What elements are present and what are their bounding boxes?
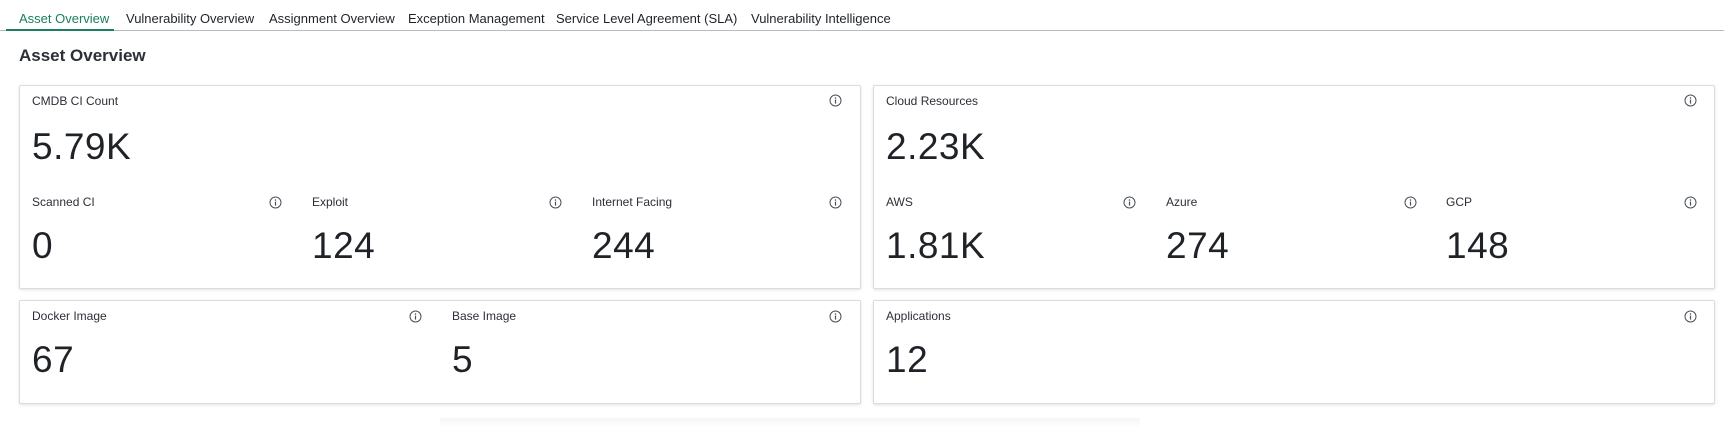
info-icon[interactable]: [1123, 196, 1136, 209]
tab-assignment-overview[interactable]: Assignment Overview: [269, 11, 395, 26]
metric-value: 0: [32, 225, 54, 266]
metric-value: 274: [1166, 225, 1230, 266]
tab-vulnerability-overview[interactable]: Vulnerability Overview: [126, 11, 254, 26]
metric-label: Applications: [886, 309, 951, 323]
docker-card: Docker Image 67 Base Image 5: [19, 300, 861, 404]
metric-value: 2.23K: [886, 126, 986, 167]
info-icon[interactable]: [269, 196, 282, 209]
info-icon[interactable]: [409, 310, 422, 323]
metric-label: CMDB CI Count: [32, 94, 119, 108]
applications-card: Applications 12: [873, 300, 1715, 404]
metric-label: Azure: [1166, 195, 1198, 209]
metric-label: Cloud Resources: [886, 94, 979, 108]
info-icon[interactable]: [1404, 196, 1417, 209]
metric-value: 67: [32, 339, 75, 380]
metric-label: AWS: [886, 195, 913, 209]
metric-label: Base Image: [452, 309, 517, 323]
metric-label: Exploit: [312, 195, 349, 209]
cloud-resources-card: Cloud Resources 2.23K AWS 1.81K Azure 27…: [873, 85, 1715, 289]
info-icon[interactable]: [829, 310, 842, 323]
info-icon[interactable]: [549, 196, 562, 209]
internet-facing-metric: Internet Facing 244: [592, 195, 842, 275]
cmdb-ci-count-metric: CMDB CI Count 5.79K: [32, 94, 852, 167]
metric-value: 5.79K: [32, 126, 132, 167]
tab-asset-overview[interactable]: Asset Overview: [19, 11, 109, 26]
metric-label: Internet Facing: [592, 195, 673, 209]
cmdb-card: CMDB CI Count 5.79K Scanned CI 0 Exploit…: [19, 85, 861, 289]
metric-value: 1.81K: [886, 225, 986, 266]
info-icon[interactable]: [829, 196, 842, 209]
info-icon[interactable]: [1684, 196, 1697, 209]
scroll-shadow: [440, 418, 1140, 428]
tab-vulnerability-intelligence[interactable]: Vulnerability Intelligence: [751, 11, 891, 26]
metric-label: Docker Image: [32, 309, 107, 323]
metric-label: Scanned CI: [32, 195, 95, 209]
tab-exception-management[interactable]: Exception Management: [408, 11, 545, 26]
tab-sla[interactable]: Service Level Agreement (SLA): [556, 11, 737, 26]
exploit-metric: Exploit 124: [312, 195, 562, 275]
metric-label: GCP: [1446, 195, 1473, 209]
metric-value: 5: [452, 339, 474, 380]
docker-image-metric: Docker Image 67: [32, 309, 432, 399]
scanned-ci-metric: Scanned CI 0: [32, 195, 282, 275]
aws-metric: AWS 1.81K: [886, 195, 1136, 275]
cloud-resources-metric: Cloud Resources 2.23K: [886, 94, 1706, 167]
tab-bar: Asset Overview Vulnerability Overview As…: [0, 0, 1724, 31]
info-icon[interactable]: [829, 94, 842, 107]
base-image-metric: Base Image 5: [452, 309, 852, 399]
applications-metric: Applications 12: [886, 309, 1686, 399]
page-title: Asset Overview: [19, 46, 146, 65]
azure-metric: Azure 274: [1166, 195, 1416, 275]
metric-value: 244: [592, 225, 656, 266]
info-icon[interactable]: [1684, 310, 1697, 323]
metric-value: 12: [886, 339, 929, 380]
metric-value: 148: [1446, 225, 1510, 266]
info-icon[interactable]: [1684, 94, 1697, 107]
gcp-metric: GCP 148: [1446, 195, 1696, 275]
metric-value: 124: [312, 225, 376, 266]
active-tab-indicator: [6, 29, 114, 31]
